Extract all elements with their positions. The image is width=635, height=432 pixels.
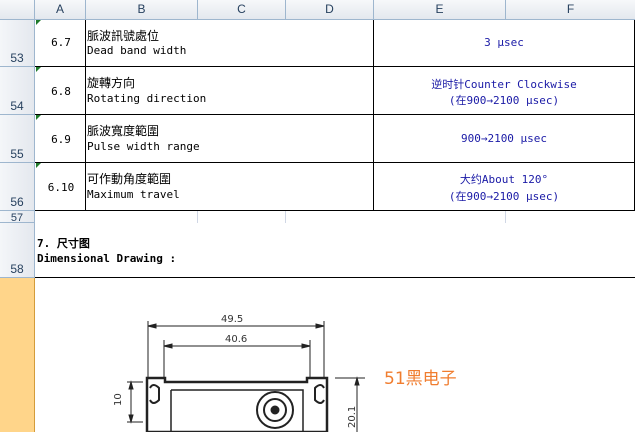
item-number[interactable]: 6.9 bbox=[36, 133, 86, 146]
row-header-54[interactable]: 54 bbox=[0, 67, 35, 115]
spec-value[interactable]: 900→2100 μsec bbox=[374, 132, 634, 145]
dimension-overall-width: 49.5 bbox=[221, 314, 243, 325]
column-header-e[interactable]: E bbox=[374, 0, 506, 19]
row-header-58[interactable]: 58 bbox=[0, 223, 35, 278]
dimension-tab-height: 10 bbox=[113, 393, 124, 406]
spec-condition[interactable]: (在900→2100 μsec) bbox=[374, 188, 634, 204]
row-header-53[interactable]: 53 bbox=[0, 20, 35, 67]
row-header-57[interactable]: 57 bbox=[0, 211, 35, 224]
spec-value[interactable]: 逆时针Counter Clockwise bbox=[374, 76, 634, 92]
item-label-zh[interactable]: 旋轉方向 bbox=[87, 74, 135, 91]
item-label-en[interactable]: Rotating direction bbox=[87, 92, 206, 105]
spec-value[interactable]: 大约About 120° bbox=[374, 171, 634, 187]
item-label-zh[interactable]: 脈波寬度範圍 bbox=[87, 122, 159, 139]
spec-condition[interactable]: (在900→2100 μsec) bbox=[374, 92, 634, 108]
item-label-en[interactable]: Maximum travel bbox=[87, 188, 180, 201]
dimension-body-width: 40.6 bbox=[225, 334, 247, 345]
servo-dimensional-drawing[interactable]: 49.5 40.6 10 20.1 bbox=[35, 278, 635, 432]
item-label-zh[interactable]: 脈波訊號處位 bbox=[87, 27, 159, 44]
section-title-zh[interactable]: 7. 尺寸图 bbox=[37, 235, 90, 251]
column-header-d[interactable]: D bbox=[286, 0, 374, 19]
row-header-selected[interactable] bbox=[0, 278, 35, 432]
column-header-a[interactable]: A bbox=[35, 0, 86, 19]
item-number[interactable]: 6.8 bbox=[36, 85, 86, 98]
section-title-en[interactable]: Dimensional Drawing : bbox=[37, 252, 176, 265]
column-header-c[interactable]: C bbox=[198, 0, 286, 19]
item-label-en[interactable]: Dead band width bbox=[87, 44, 186, 57]
column-header-b[interactable]: B bbox=[86, 0, 198, 19]
item-number[interactable]: 6.10 bbox=[36, 181, 86, 194]
column-header-f[interactable]: F bbox=[506, 0, 635, 19]
item-label-en[interactable]: Pulse width range bbox=[87, 140, 200, 153]
item-number[interactable]: 6.7 bbox=[36, 36, 86, 49]
item-label-zh[interactable]: 可作動角度範圍 bbox=[87, 170, 171, 187]
select-all-corner[interactable] bbox=[0, 0, 35, 19]
row-header-55[interactable]: 55 bbox=[0, 115, 35, 163]
watermark-logo: 51黑电子 bbox=[384, 369, 457, 389]
spec-value[interactable]: 3 μsec bbox=[374, 36, 634, 49]
dimension-height: 20.1 bbox=[347, 406, 358, 428]
row-header-56[interactable]: 56 bbox=[0, 163, 35, 211]
column-header-bar: A B C D E F bbox=[0, 0, 635, 20]
